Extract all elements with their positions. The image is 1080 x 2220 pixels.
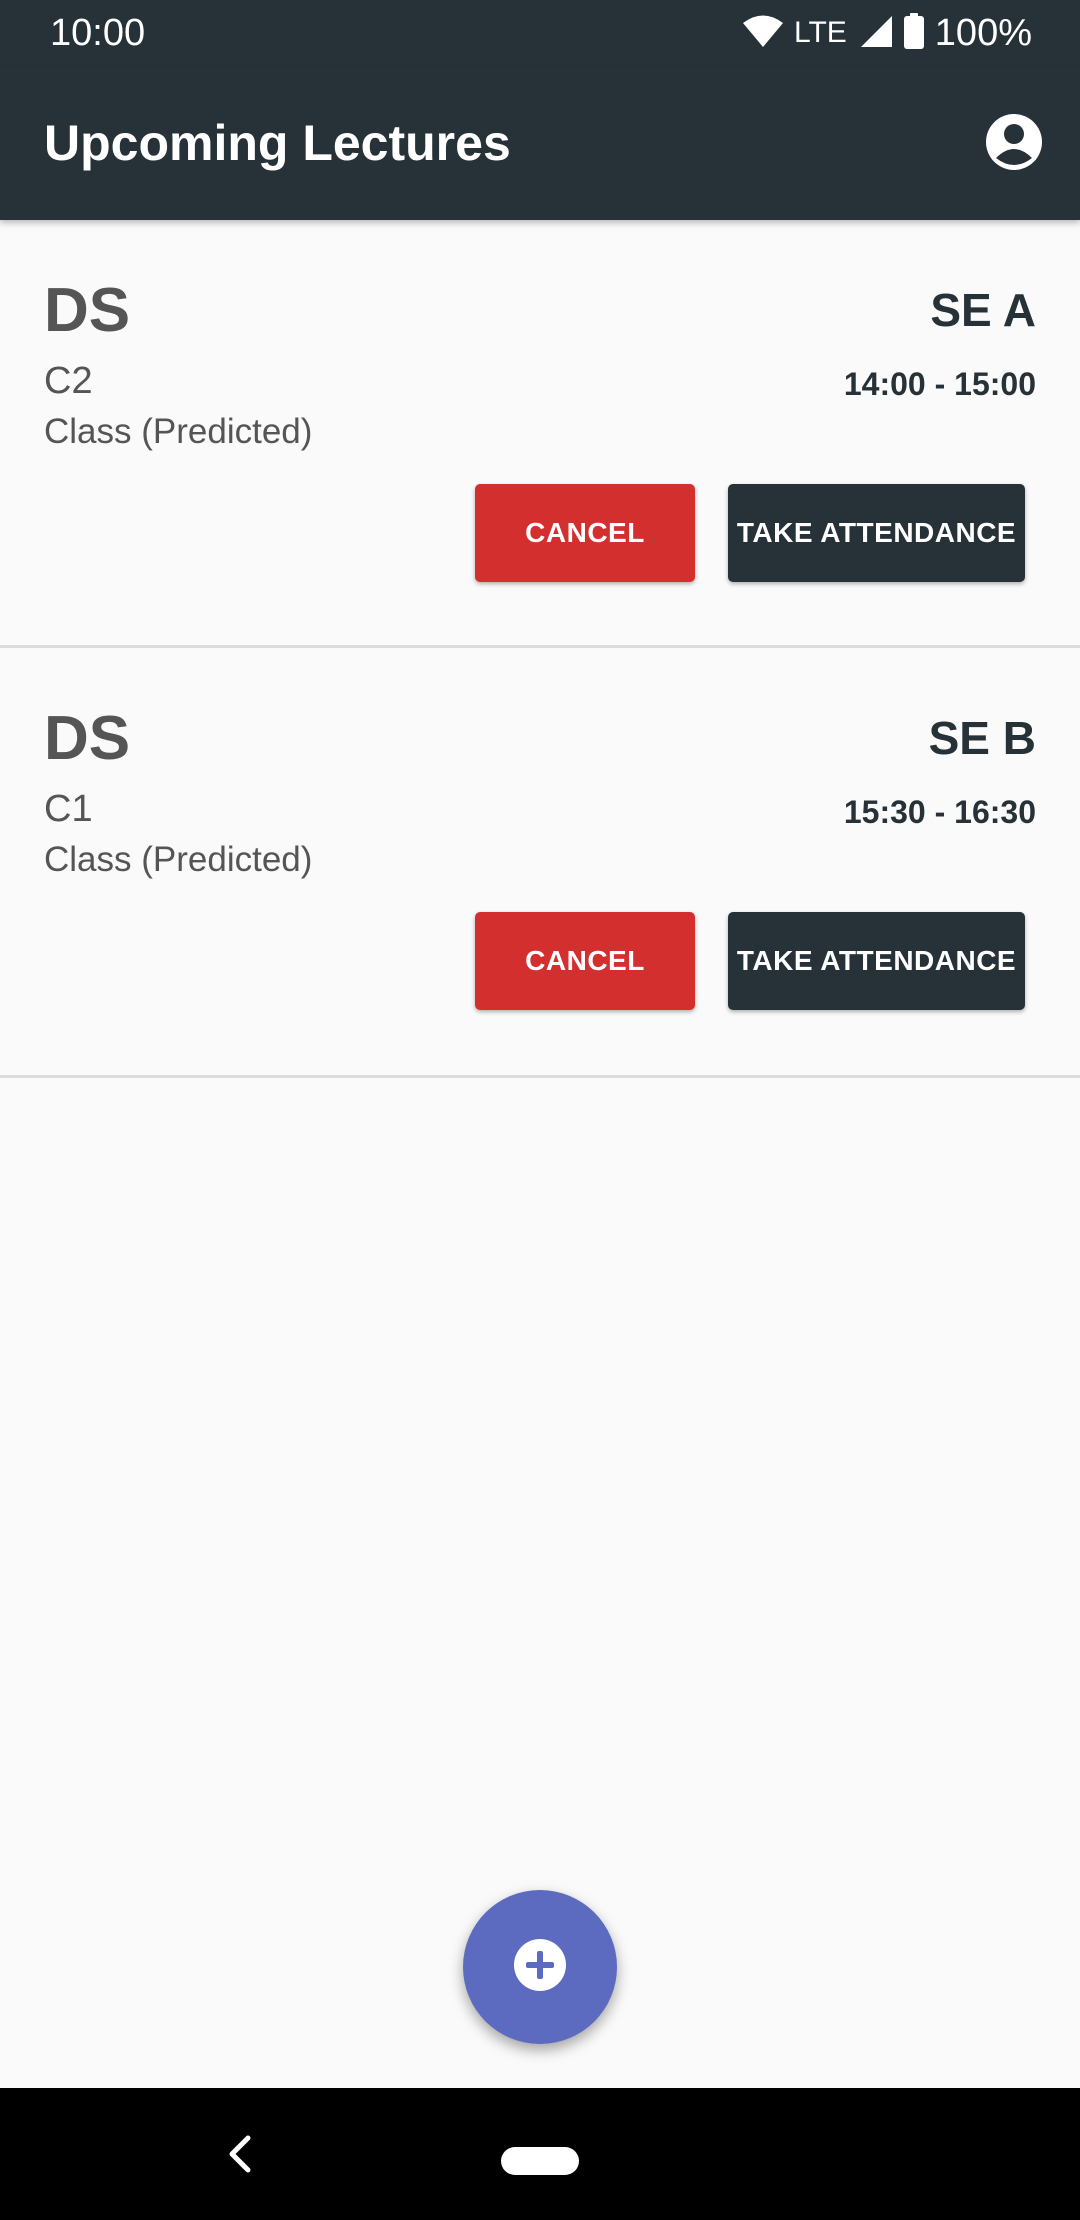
room-name: C2: [44, 360, 93, 402]
division-label: SE B: [928, 712, 1036, 764]
account-button[interactable]: [984, 112, 1044, 172]
lecture-list: DS C2 Class (Predicted) SE A 14:00 - 15:…: [0, 220, 1080, 1078]
time-range: 15:30 - 16:30: [843, 794, 1036, 830]
network-type: LTE: [794, 16, 847, 49]
cancel-button[interactable]: CANCEL: [475, 912, 695, 1010]
navigation-bar: [0, 2088, 1080, 2220]
time-range: 14:00 - 15:00: [843, 366, 1036, 402]
lecture-type: Class (Predicted): [44, 412, 313, 451]
division-label: SE A: [930, 284, 1036, 336]
app-bar: Upcoming Lectures: [0, 66, 1080, 220]
wifi-icon: [742, 14, 784, 53]
status-bar: 10:00 LTE 100%: [0, 0, 1080, 66]
status-icons: LTE 100%: [742, 10, 1032, 56]
add-lecture-fab[interactable]: [463, 1890, 617, 2044]
battery-level: 100%: [934, 12, 1032, 54]
back-icon[interactable]: [222, 2132, 258, 2176]
home-pill-icon[interactable]: [501, 2147, 579, 2175]
cancel-button[interactable]: CANCEL: [475, 484, 695, 582]
subject-name: DS: [44, 276, 131, 345]
cell-signal-icon: [859, 14, 893, 53]
page-title: Upcoming Lectures: [44, 115, 511, 171]
lecture-type: Class (Predicted): [44, 840, 313, 879]
lecture-card: DS C1 Class (Predicted) SE B 15:30 - 16:…: [0, 648, 1080, 1078]
take-attendance-button[interactable]: TAKE ATTENDANCE: [728, 484, 1025, 582]
room-name: C1: [44, 788, 93, 830]
battery-icon: [903, 12, 925, 54]
subject-name: DS: [44, 704, 131, 773]
account-circle-icon: [984, 114, 1044, 176]
add-circle-icon: [513, 1938, 567, 1997]
take-attendance-button[interactable]: TAKE ATTENDANCE: [728, 912, 1025, 1010]
lecture-card: DS C2 Class (Predicted) SE A 14:00 - 15:…: [0, 220, 1080, 648]
status-time: 10:00: [50, 12, 146, 54]
